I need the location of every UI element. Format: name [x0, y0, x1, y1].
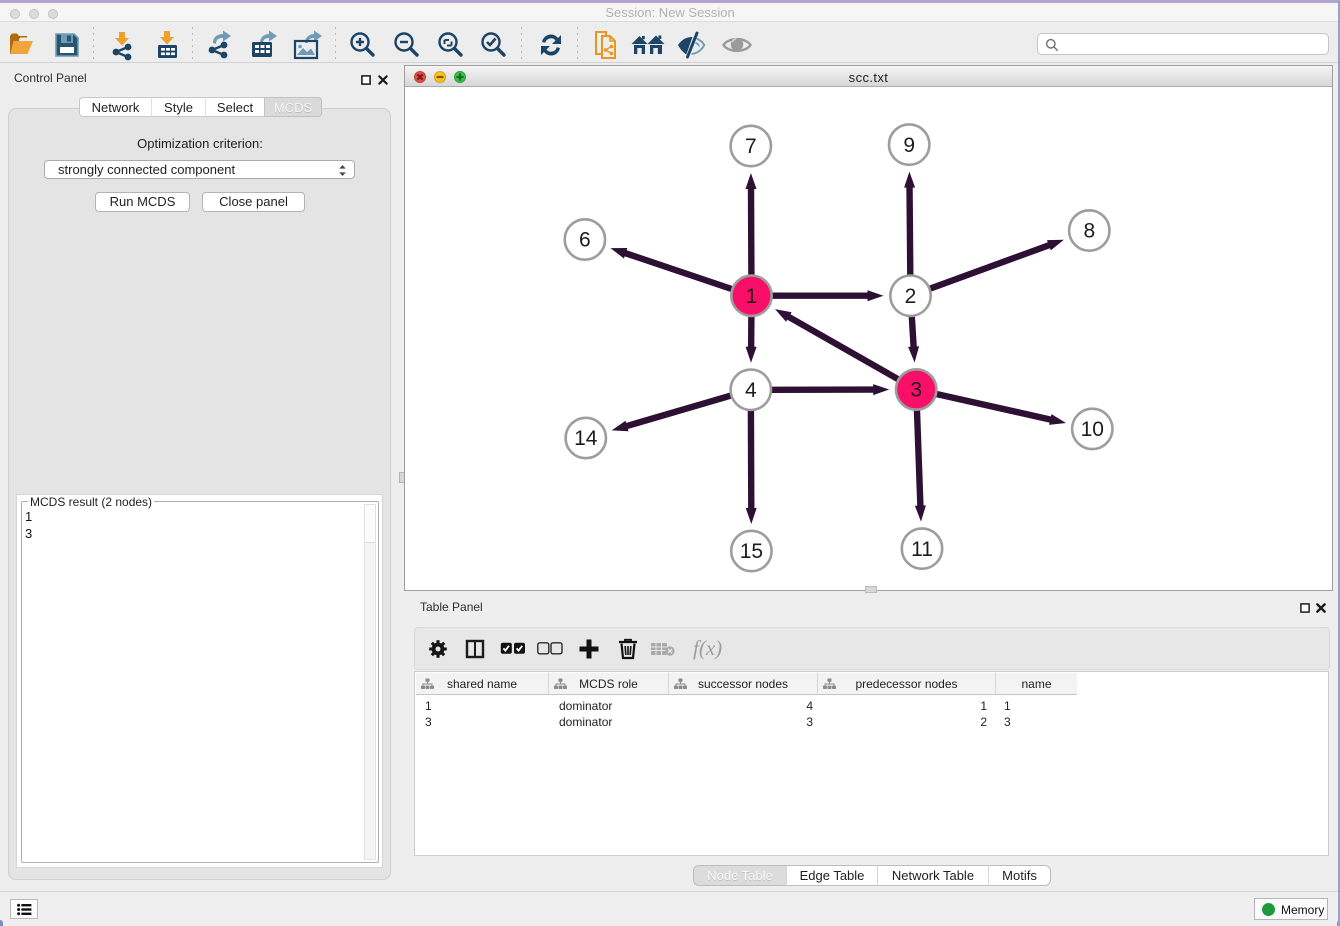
- svg-text:3: 3: [910, 379, 922, 402]
- svg-text:6: 6: [579, 229, 591, 252]
- svg-text:10: 10: [1081, 418, 1104, 441]
- svg-text:15: 15: [740, 540, 763, 563]
- svg-text:9: 9: [903, 134, 915, 157]
- svg-text:4: 4: [745, 379, 757, 402]
- svg-text:2: 2: [905, 285, 917, 308]
- svg-text:8: 8: [1083, 220, 1095, 243]
- svg-text:7: 7: [745, 135, 757, 158]
- svg-text:14: 14: [574, 427, 598, 450]
- svg-text:11: 11: [911, 538, 933, 561]
- svg-text:1: 1: [746, 285, 758, 308]
